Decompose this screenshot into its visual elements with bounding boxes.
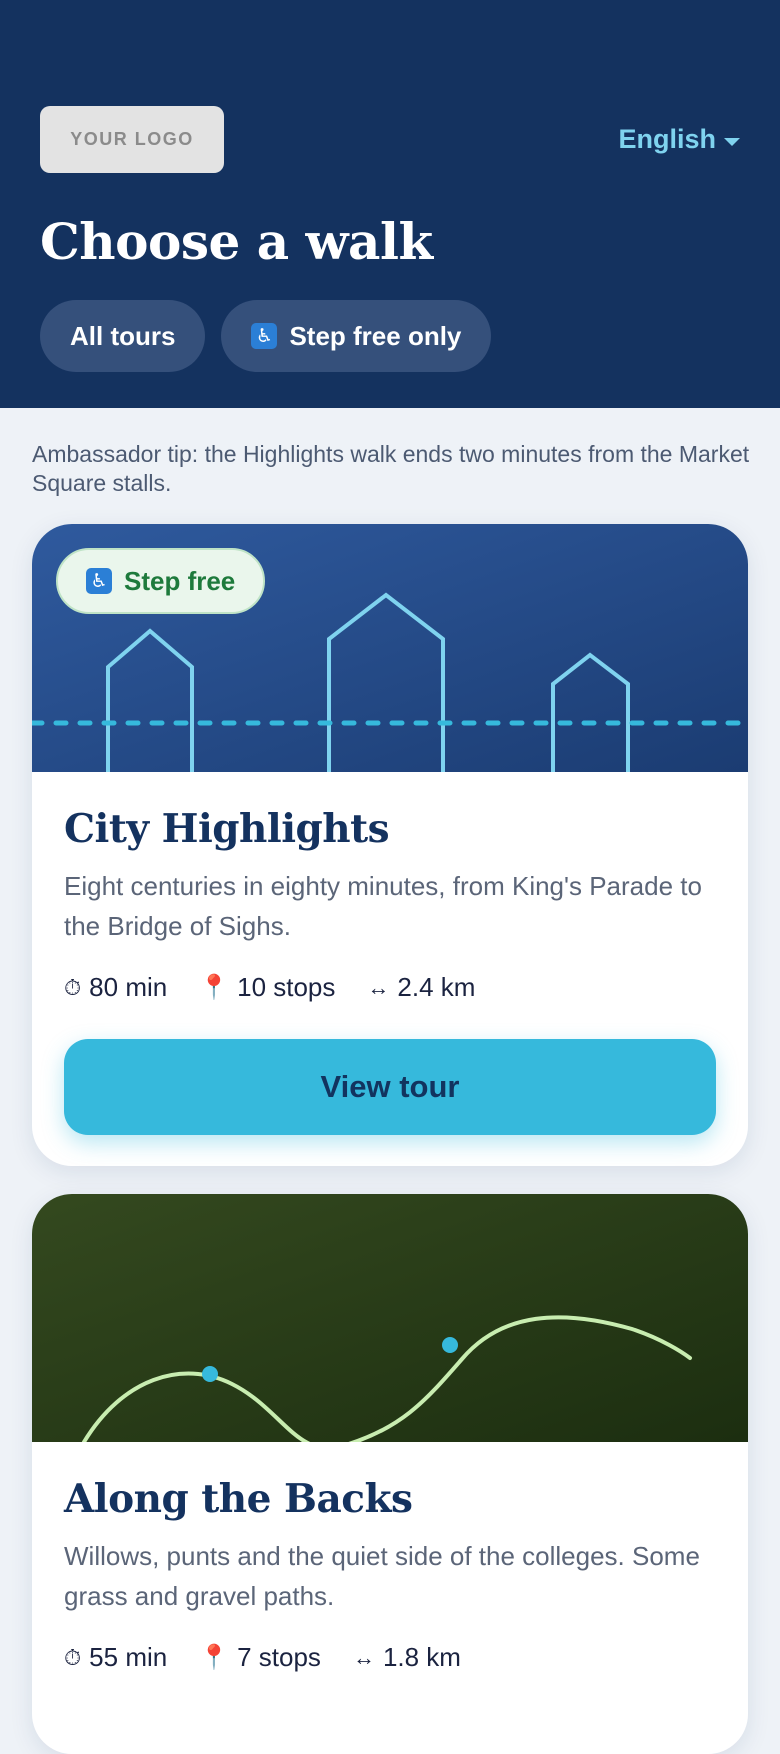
stopwatch-icon: ⏱ bbox=[64, 1644, 82, 1670]
filter-label: All tours bbox=[70, 320, 176, 351]
tour-banner bbox=[32, 1194, 748, 1442]
pin-icon: 📍 bbox=[199, 1644, 230, 1671]
tour-card-along-the-backs: Along the Backs Willows, punts and the q… bbox=[32, 1194, 748, 1754]
wheelchair-icon: ♿ bbox=[251, 323, 278, 349]
filter-chips: All tours ♿ Step free only bbox=[40, 300, 492, 372]
distance-value: 2.4 km bbox=[397, 972, 476, 1002]
duration-value: 80 min bbox=[89, 972, 168, 1002]
language-selector[interactable]: English bbox=[618, 124, 740, 155]
pin-icon: 📍 bbox=[199, 974, 230, 1001]
filter-step-free-only[interactable]: ♿ Step free only bbox=[221, 300, 492, 372]
tour-meta: ⏱ 80 min 📍 10 stops ↔ 2.4 km bbox=[64, 972, 716, 1003]
distance-value: 1.8 km bbox=[382, 1642, 461, 1672]
wheelchair-icon: ♿ bbox=[86, 568, 112, 594]
step-free-badge: ♿ Step free bbox=[56, 548, 266, 614]
tour-description: Willows, punts and the quiet side of the… bbox=[64, 1541, 700, 1611]
stopwatch-icon: ⏱ bbox=[64, 974, 82, 1000]
tour-name: City Highlights bbox=[64, 806, 390, 852]
arrows-horizontal-icon: ↔ bbox=[367, 974, 390, 1000]
arrows-horizontal-icon: ↔ bbox=[352, 1644, 375, 1670]
tour-body: City Highlights Eight centuries in eight… bbox=[32, 772, 748, 1135]
tour-card-city-highlights: ♿ Step free City Highlights Eight centur… bbox=[32, 524, 748, 1166]
tour-description: Eight centuries in eighty minutes, from … bbox=[64, 871, 702, 941]
tour-name: Along the Backs bbox=[64, 1476, 413, 1522]
app-header: YOUR LOGO English Choose a walk All tour… bbox=[0, 0, 780, 408]
language-label: English bbox=[618, 124, 716, 154]
view-tour-button[interactable]: View tour bbox=[64, 1039, 716, 1135]
tour-body: Along the Backs Willows, punts and the q… bbox=[32, 1442, 748, 1673]
tour-meta: ⏱ 55 min 📍 7 stops ↔ 1.8 km bbox=[64, 1642, 716, 1673]
tour-duration: ⏱ 55 min bbox=[64, 1642, 167, 1673]
duration-value: 55 min bbox=[89, 1642, 168, 1672]
ambassador-tip: Ambassador tip: the Highlights walk ends… bbox=[32, 441, 750, 496]
badge-label: Step free bbox=[124, 565, 236, 596]
logo: YOUR LOGO bbox=[40, 106, 224, 173]
river-path-illustration bbox=[32, 1194, 748, 1442]
chevron-down-icon bbox=[724, 137, 740, 146]
tour-stops: 📍 10 stops bbox=[199, 972, 335, 1003]
tour-banner: ♿ Step free bbox=[32, 524, 748, 772]
tour-distance: ↔ 2.4 km bbox=[367, 972, 475, 1003]
filter-all-tours[interactable]: All tours bbox=[40, 300, 206, 372]
tour-stops: 📍 7 stops bbox=[199, 1642, 321, 1673]
filter-label: Step free only bbox=[289, 320, 462, 351]
tour-duration: ⏱ 80 min bbox=[64, 972, 167, 1003]
page-title: Choose a walk bbox=[40, 212, 433, 271]
tour-distance: ↔ 1.8 km bbox=[353, 1642, 461, 1673]
stops-value: 10 stops bbox=[237, 972, 336, 1002]
stops-value: 7 stops bbox=[237, 1642, 321, 1672]
